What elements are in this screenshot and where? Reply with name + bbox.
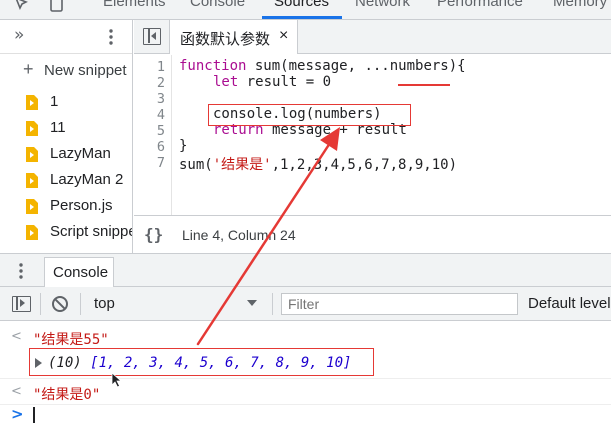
- console-message: < "结果是55": [0, 328, 611, 348]
- dropdown-arrow-icon[interactable]: [247, 300, 257, 306]
- device-toolbar-icon[interactable]: [48, 0, 66, 14]
- divider: [40, 293, 41, 315]
- snippet-name: 1: [50, 93, 59, 110]
- code-keyword: function: [179, 58, 247, 74]
- annotation-highlight-box: [208, 104, 411, 126]
- code-line: function sum(message, ...numbers){: [179, 58, 466, 74]
- code-keyword: let: [213, 74, 239, 90]
- code-line: sum('结果是',1,2,3,4,5,6,7,8,9,10): [179, 154, 457, 174]
- context-selector[interactable]: top: [94, 295, 115, 312]
- console-toolbar: top Default levels: [0, 287, 611, 321]
- line-number[interactable]: 4: [157, 107, 165, 123]
- more-tabs-chevron-icon[interactable]: »: [14, 25, 24, 45]
- code-text: sum(message, ...numbers){: [246, 58, 466, 74]
- snippet-file-icon: [26, 225, 38, 240]
- divider: [80, 293, 81, 315]
- kebab-menu-icon[interactable]: [104, 27, 118, 47]
- prompt-chevron-icon: >: [11, 405, 24, 423]
- drawer-tab-bar: Console: [0, 253, 611, 287]
- filter-input[interactable]: [281, 293, 518, 315]
- code-text: result = 0: [238, 74, 332, 90]
- new-snippet-label: New snippet: [44, 62, 127, 79]
- editor-file-tab[interactable]: 函数默认参数 ×: [170, 20, 298, 54]
- line-number[interactable]: 5: [157, 123, 165, 139]
- navigator-header: »: [0, 20, 132, 54]
- code-text: sum(: [179, 157, 213, 173]
- file-tab-title: 函数默认参数: [180, 30, 271, 48]
- result-arrow-icon: <: [11, 384, 22, 399]
- code-line: }: [179, 138, 187, 154]
- snippet-file-icon: [26, 173, 38, 188]
- tab-memory[interactable]: Memory: [553, 0, 607, 10]
- inspect-element-icon[interactable]: [14, 0, 32, 14]
- log-string: "结果是0": [33, 387, 101, 403]
- text-cursor: [33, 407, 35, 423]
- drawer-tab-label: Console: [53, 264, 109, 281]
- snippet-name: Person.js: [50, 197, 113, 214]
- snippet-item[interactable]: 1: [0, 90, 132, 115]
- line-gutter: 1 2 3 4 5 6 7: [134, 55, 172, 215]
- plus-icon: +: [23, 59, 34, 79]
- clear-console-icon[interactable]: [52, 296, 68, 312]
- line-number[interactable]: 1: [157, 59, 165, 75]
- divider: [272, 293, 273, 315]
- snippet-item[interactable]: LazyMan: [0, 142, 132, 167]
- log-levels-dropdown[interactable]: Default levels: [528, 295, 611, 312]
- drawer-tab-console[interactable]: Console: [44, 257, 114, 287]
- snippet-file-icon: [26, 121, 38, 136]
- log-string: "结果是55": [33, 332, 109, 348]
- mouse-pointer-icon: [111, 372, 123, 388]
- snippet-item[interactable]: Script snippet: [0, 220, 133, 245]
- snippet-file-icon: [26, 95, 38, 110]
- cursor-position: Line 4, Column 24: [182, 227, 296, 243]
- annotation-underline: [398, 84, 450, 86]
- snippet-name: 11: [50, 119, 66, 136]
- pretty-print-icon[interactable]: {}: [144, 225, 163, 244]
- sources-navigator: » + New snippet 1 11 LazyMan LazyMan 2 P…: [0, 20, 133, 253]
- close-icon[interactable]: ×: [279, 27, 288, 45]
- devtools-tab-bar: Elements Console Sources Network Perform…: [0, 0, 611, 20]
- line-number[interactable]: 7: [157, 155, 165, 171]
- code-text: ,1,2,3,4,5,6,7,8,9,10): [271, 157, 458, 173]
- editor-status-bar: {} Line 4, Column 24: [134, 215, 611, 253]
- line-number[interactable]: 6: [157, 139, 165, 155]
- code-text: }: [179, 138, 188, 154]
- editor-tab-bar: 函数默认参数 ×: [134, 20, 611, 54]
- console-message: < "结果是0": [0, 383, 611, 403]
- snippet-item[interactable]: 11: [0, 116, 132, 141]
- snippet-item[interactable]: Person.js: [0, 194, 132, 219]
- snippet-name: LazyMan: [50, 145, 111, 162]
- console-prompt[interactable]: >: [0, 405, 611, 425]
- tab-network[interactable]: Network: [355, 0, 410, 10]
- new-snippet-button[interactable]: + New snippet: [0, 56, 132, 86]
- snippet-name: LazyMan 2: [50, 171, 124, 188]
- snippet-file-icon: [26, 147, 38, 162]
- snippet-item[interactable]: LazyMan 2: [0, 168, 132, 193]
- show-sidebar-icon[interactable]: [12, 296, 31, 312]
- drawer-menu-icon[interactable]: [14, 261, 28, 281]
- line-number[interactable]: 3: [157, 91, 165, 107]
- tab-performance[interactable]: Performance: [437, 0, 523, 10]
- toggle-navigator-icon[interactable]: [143, 28, 161, 45]
- tab-elements[interactable]: Elements: [103, 0, 166, 10]
- line-number[interactable]: 2: [157, 75, 165, 91]
- code-editor[interactable]: 1 2 3 4 5 6 7 function sum(message, ...n…: [134, 55, 611, 215]
- snippet-file-icon: [26, 199, 38, 214]
- tab-sources[interactable]: Sources: [274, 0, 329, 10]
- active-tab-indicator: [262, 16, 342, 19]
- code-line: let result = 0: [213, 74, 331, 90]
- result-arrow-icon: <: [11, 329, 22, 344]
- divider: [0, 378, 611, 379]
- annotation-highlight-box: [29, 348, 374, 376]
- tab-console[interactable]: Console: [190, 0, 245, 10]
- snippet-name: Script snippet: [50, 223, 133, 240]
- code-string: '结果是': [212, 157, 272, 173]
